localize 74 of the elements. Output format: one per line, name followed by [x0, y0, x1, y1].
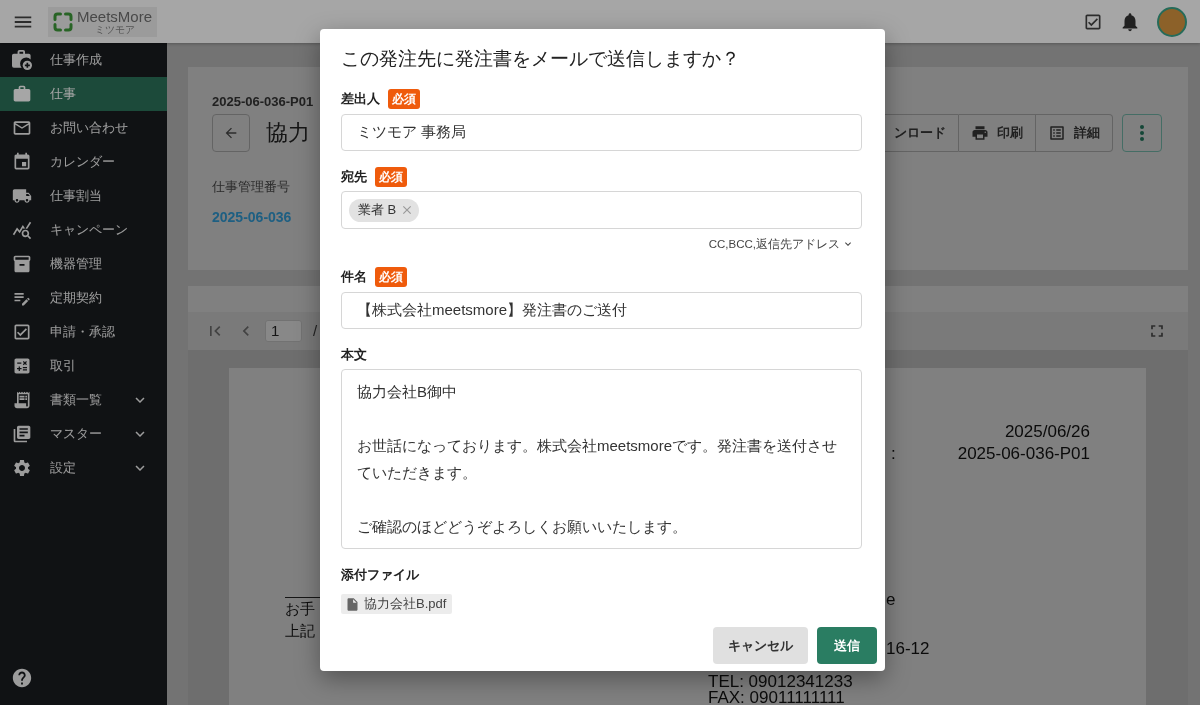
settings-icon	[12, 458, 32, 478]
document-text: e	[886, 590, 896, 610]
field-label: 差出人	[341, 90, 380, 109]
toolbar-button[interactable]: 詳細	[1036, 114, 1113, 152]
file-name: 協力会社B.pdf	[364, 595, 447, 614]
calculator-icon	[12, 356, 32, 376]
envelope-icon	[12, 118, 32, 138]
document-text: お手	[285, 599, 315, 619]
body-paragraph: 協力会社B御中	[357, 382, 458, 402]
nav-item[interactable]: 仕事	[0, 77, 167, 111]
text-field[interactable]: 【株式会社meetsmore】発注書のご送付	[341, 292, 862, 329]
back-arrow-icon	[223, 125, 239, 141]
recipient-name: 業者 B	[358, 201, 397, 220]
message-body-field[interactable]: 協力会社B御中 お世話になっております。株式会社meetsmoreです。発注書を送付させていただきます。 ご確認のほどどうぞよろしくお願いいたします。	[341, 369, 862, 549]
dialog-title: この発注先に発注書をメールで送信しますか？	[341, 47, 740, 71]
field-label: 添付ファイル	[341, 566, 419, 585]
nav-item[interactable]: マスター	[0, 417, 167, 451]
document-date: 2025/06/26	[1004, 422, 1090, 442]
logo-wordmark: MeetsMore	[77, 8, 153, 25]
toolbar-button[interactable]: 印刷	[959, 114, 1036, 152]
calendar-icon	[12, 152, 32, 172]
page-number-field[interactable]: 1	[265, 320, 302, 342]
logo-mark-icon	[53, 11, 73, 32]
nav-item[interactable]: 取引	[0, 349, 167, 383]
cc-bcc-toggle[interactable]: CC,BCC,返信先アドレス	[708, 237, 854, 251]
required-badge: 必須	[388, 89, 420, 109]
checkbox-icon	[12, 322, 32, 342]
help-icon[interactable]	[11, 667, 33, 689]
nav-item[interactable]: キャンペーン	[0, 213, 167, 247]
file-icon	[345, 596, 360, 612]
recipient-field[interactable]: 業者 B	[341, 191, 862, 229]
contact-text: TEL: 09012341233	[708, 674, 853, 690]
magnifier-chart-icon	[12, 220, 32, 240]
printer-icon	[971, 124, 989, 142]
job-title: 協力	[266, 119, 310, 147]
nav-item[interactable]: 申請・承認	[0, 315, 167, 349]
page-separator: /	[313, 320, 318, 341]
document-text: 16-12	[886, 639, 930, 659]
body-paragraph: お世話になっております。株式会社meetsmoreです。発注書を送付させていただきます。	[357, 436, 839, 483]
nav-item[interactable]: 仕事作成	[0, 43, 167, 77]
cancel-button[interactable]: キャンセル	[713, 627, 808, 664]
back-button[interactable]	[212, 114, 250, 152]
receipt-icon	[12, 390, 32, 410]
logo-tagline: ミツモア	[94, 24, 135, 35]
field-label: 本文	[341, 346, 367, 365]
field-label: 宛先	[341, 168, 367, 187]
box-icon	[12, 254, 32, 274]
more-icon	[1140, 125, 1144, 141]
more-button[interactable]	[1122, 114, 1162, 152]
nav-item[interactable]: 機器管理	[0, 247, 167, 281]
briefcase-plus-icon	[12, 50, 32, 70]
body-paragraph: ご確認のほどどうぞよろしくお願いいたします。	[357, 517, 688, 537]
document-text: 上記	[285, 621, 315, 641]
attachment-chip[interactable]: 協力会社B.pdf	[341, 594, 453, 614]
text-field[interactable]: ミツモア 事務局	[341, 114, 862, 151]
document-label-colon: :	[890, 444, 896, 464]
books-icon	[12, 424, 32, 444]
list-icon	[1048, 124, 1066, 142]
required-badge: 必須	[375, 267, 407, 287]
contact-text: FAX: 09011111111	[708, 690, 845, 705]
nav-item[interactable]: 仕事割当	[0, 179, 167, 213]
avatar-icon[interactable]	[1157, 6, 1187, 37]
nav-item[interactable]: お問い合わせ	[0, 111, 167, 145]
briefcase-icon	[12, 84, 32, 104]
nav-item[interactable]: 定期契約	[0, 281, 167, 315]
job-code: 2025-06-036-P01	[212, 94, 314, 110]
document-number: 2025-06-036-P01	[957, 444, 1090, 464]
send-button[interactable]: 送信	[817, 627, 877, 664]
nav-item[interactable]: 書類一覧	[0, 383, 167, 417]
required-badge: 必須	[375, 167, 407, 187]
nav-item[interactable]: 設定	[0, 451, 167, 485]
nav-item[interactable]: カレンダー	[0, 145, 167, 179]
field-label: 件名	[341, 268, 367, 287]
field-label: 仕事管理番号	[212, 179, 290, 195]
